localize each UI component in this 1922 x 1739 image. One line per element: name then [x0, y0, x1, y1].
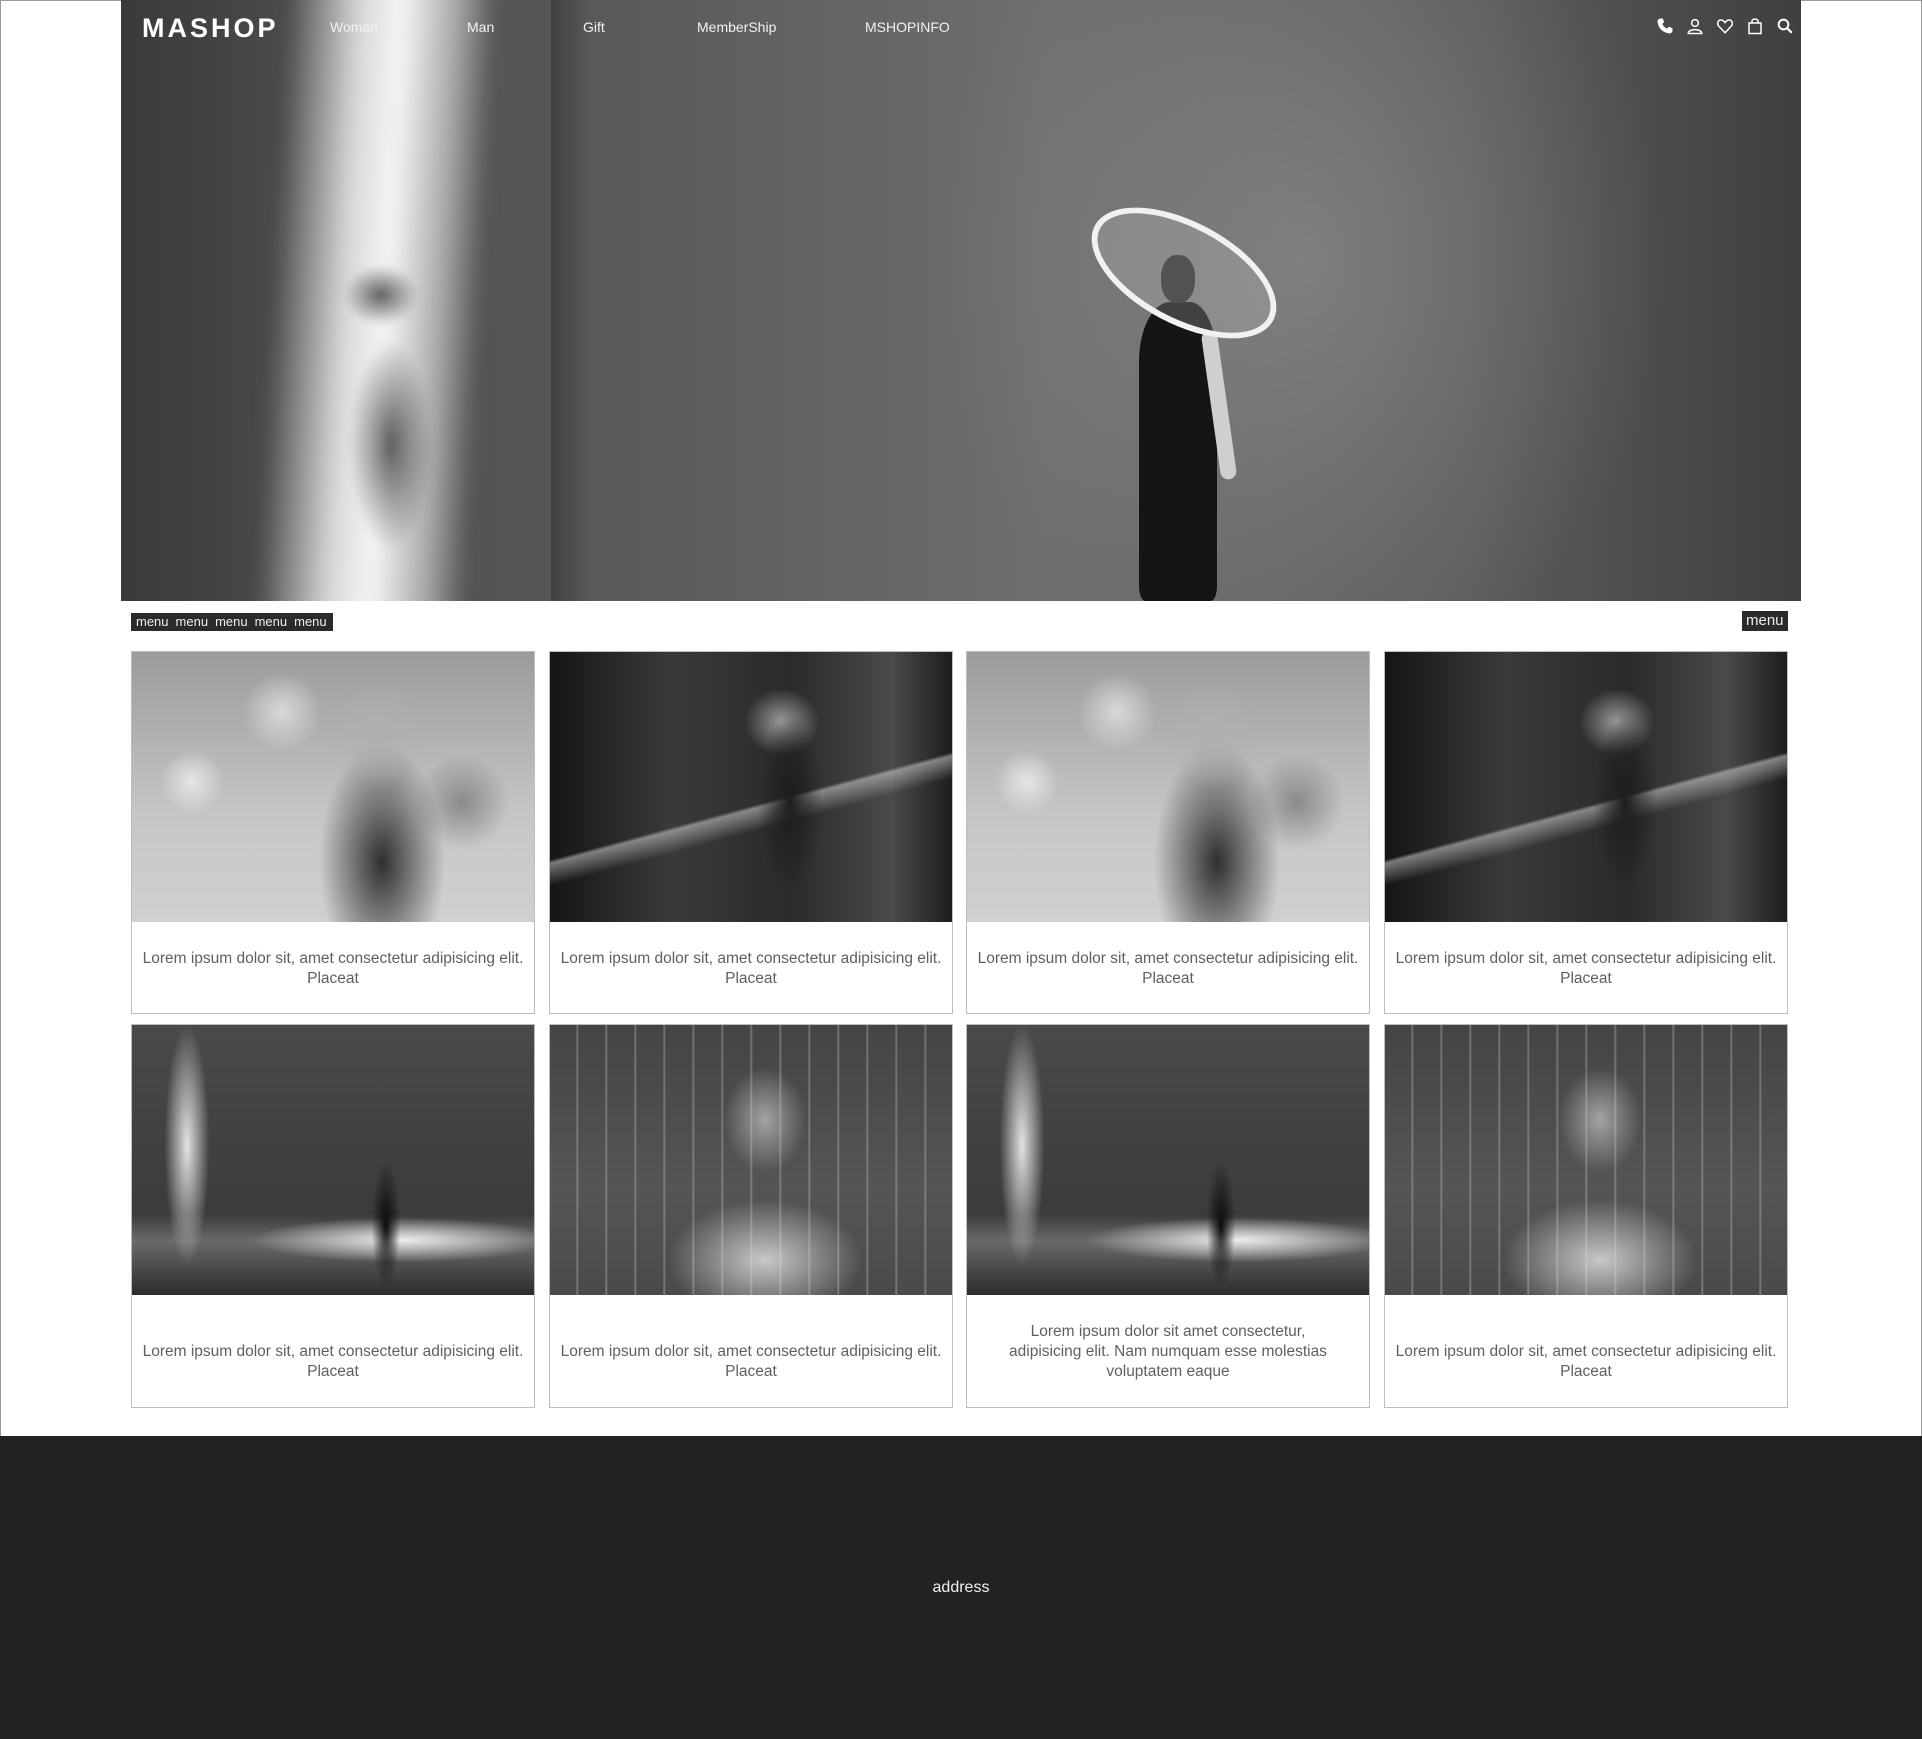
- category-menu: menu menu menu menu menu: [131, 613, 333, 631]
- product-image[interactable]: [550, 1025, 952, 1295]
- product-image[interactable]: [1385, 1025, 1787, 1295]
- product-caption: Lorem ipsum dolor sit, amet consectetur …: [560, 1343, 942, 1380]
- site-footer: address: [0, 1436, 1922, 1739]
- product-card[interactable]: Lorem ipsum dolor sit, amet consectetur …: [1384, 651, 1788, 1014]
- hero-wall-edge: [551, 0, 591, 601]
- bag-icon[interactable]: [1746, 17, 1764, 35]
- product-image[interactable]: [132, 652, 534, 922]
- product-card[interactable]: Lorem ipsum dolor sit, amet consectetur …: [549, 1024, 953, 1408]
- product-card[interactable]: Lorem ipsum dolor sit, amet consectetur …: [131, 1024, 535, 1408]
- user-icon[interactable]: [1686, 17, 1704, 35]
- product-caption: Lorem ipsum dolor sit, amet consectetur …: [142, 1343, 524, 1380]
- product-caption: Lorem ipsum dolor sit, amet consectetur …: [560, 950, 942, 987]
- site-logo[interactable]: MASHOP: [142, 13, 279, 44]
- hero-shadow-figure: [321, 255, 461, 601]
- header-icon-bar: [1656, 17, 1794, 35]
- nav-gift[interactable]: Gift: [583, 19, 605, 35]
- product-image[interactable]: [550, 652, 952, 922]
- product-card[interactable]: Lorem ipsum dolor sit, amet consectetur …: [1384, 1024, 1788, 1408]
- menu-item[interactable]: menu: [252, 613, 292, 631]
- heart-icon[interactable]: [1716, 17, 1734, 35]
- menu-item[interactable]: menu: [291, 613, 331, 631]
- product-card[interactable]: Lorem ipsum dolor sit, amet consectetur …: [966, 651, 1370, 1014]
- phone-icon[interactable]: [1656, 17, 1674, 35]
- nav-man[interactable]: Man: [467, 19, 494, 35]
- footer-address: address: [932, 1579, 990, 1596]
- menu-item[interactable]: menu: [212, 613, 252, 631]
- product-image[interactable]: [967, 1025, 1369, 1295]
- menu-item[interactable]: menu: [133, 613, 173, 631]
- product-caption: Lorem ipsum dolor sit, amet consectetur …: [977, 950, 1359, 987]
- product-card[interactable]: Lorem ipsum dolor sit, amet consectetur …: [131, 651, 535, 1014]
- product-caption: Lorem ipsum dolor sit amet consectetur, …: [1009, 1323, 1327, 1380]
- product-card[interactable]: Lorem ipsum dolor sit, amet consectetur …: [549, 651, 953, 1014]
- nav-membership[interactable]: MemberShip: [697, 19, 776, 35]
- menu-button-right[interactable]: menu: [1742, 611, 1788, 631]
- product-caption: Lorem ipsum dolor sit, amet consectetur …: [1395, 1343, 1777, 1380]
- nav-woman[interactable]: Woman: [330, 19, 378, 35]
- product-image[interactable]: [132, 1025, 534, 1295]
- nav-mshopinfo[interactable]: MSHOPINFO: [865, 19, 950, 35]
- product-image[interactable]: [967, 652, 1369, 922]
- product-caption: Lorem ipsum dolor sit, amet consectetur …: [142, 950, 524, 987]
- product-card[interactable]: Lorem ipsum dolor sit amet consectetur, …: [966, 1024, 1370, 1408]
- product-image[interactable]: [1385, 652, 1787, 922]
- product-caption: Lorem ipsum dolor sit, amet consectetur …: [1395, 950, 1777, 987]
- search-icon[interactable]: [1776, 17, 1794, 35]
- hero-banner: [121, 0, 1801, 601]
- menu-item[interactable]: menu: [173, 613, 213, 631]
